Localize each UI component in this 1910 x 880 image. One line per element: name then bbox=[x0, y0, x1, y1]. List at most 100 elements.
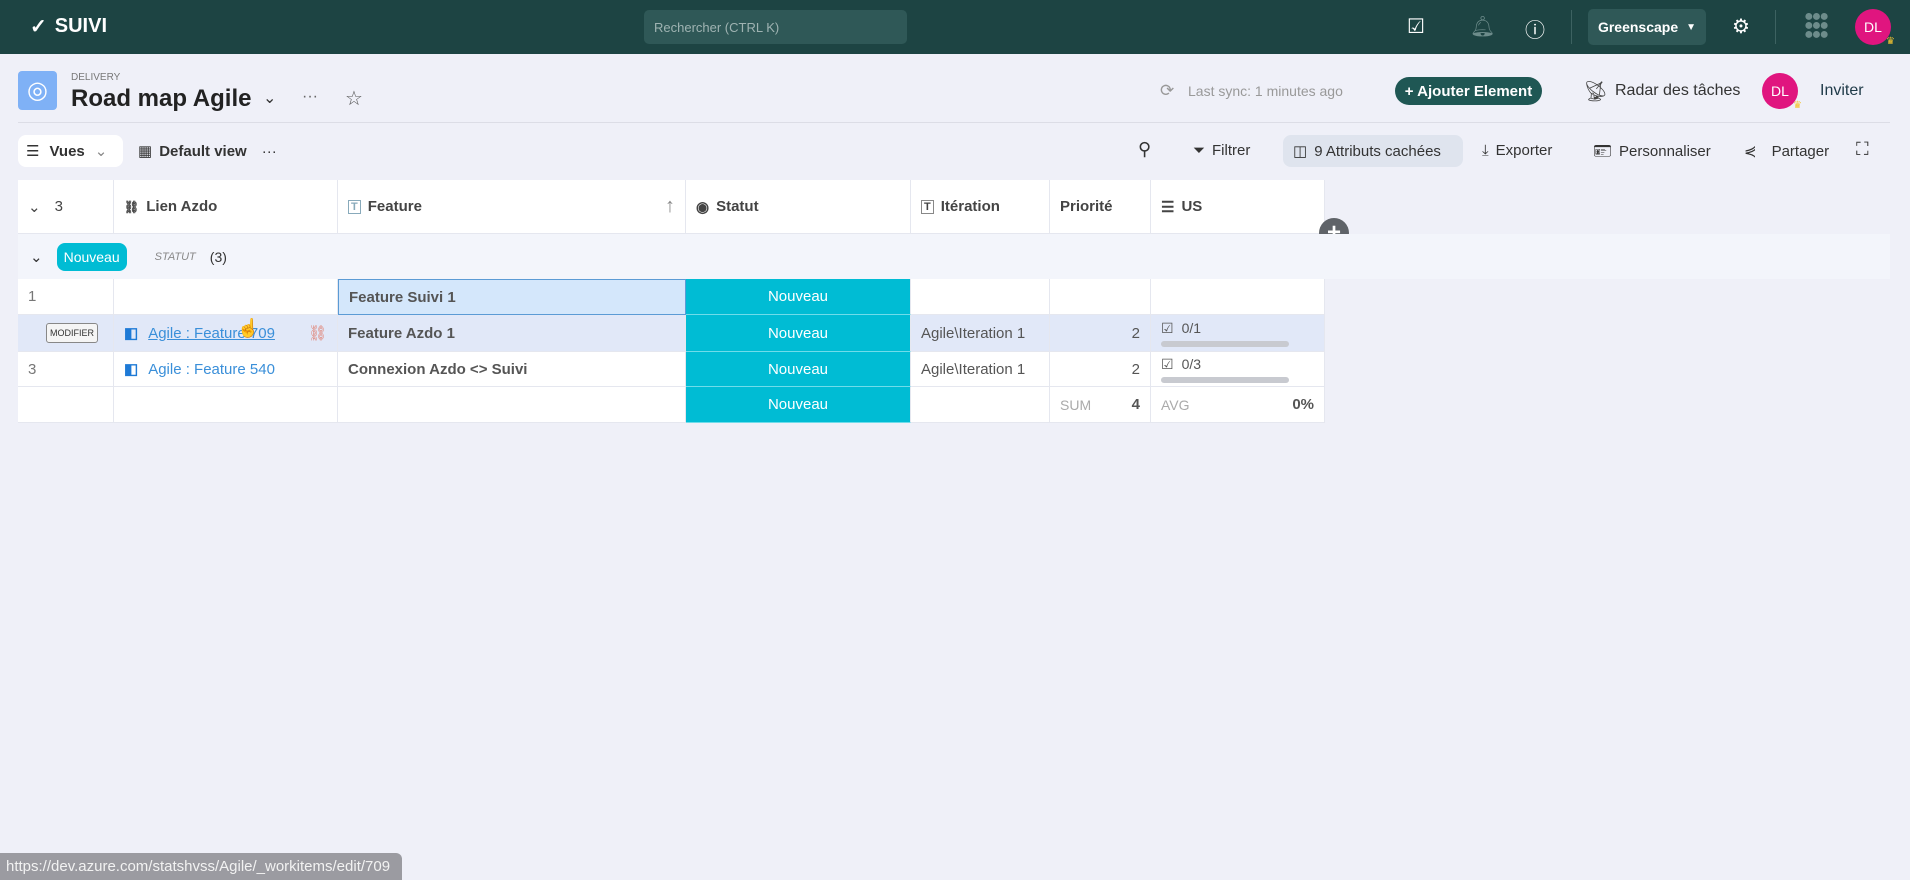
divider bbox=[1775, 10, 1776, 44]
member-avatar[interactable]: DL ♛ bbox=[1762, 73, 1802, 111]
download-icon: ⤓ bbox=[1482, 142, 1489, 159]
priority-cell[interactable]: 2 bbox=[1050, 315, 1151, 352]
checkbox-icon: ☑ bbox=[1161, 319, 1174, 336]
org-selector[interactable]: Greenscape ▼ bbox=[1588, 9, 1706, 45]
us-cell[interactable]: ☑ 0/3 bbox=[1151, 352, 1325, 387]
collapse-all[interactable]: ⌄ 3 bbox=[18, 180, 114, 234]
us-cell[interactable] bbox=[1151, 279, 1325, 315]
row-number: 3 bbox=[18, 352, 114, 387]
feature-cell[interactable]: Connexion Azdo <> Suivi bbox=[338, 352, 686, 387]
us-progress-bar bbox=[1161, 376, 1289, 383]
us-progress-bar bbox=[1161, 340, 1289, 347]
status-url: https://dev.azure.com/statshvss/Agile/_w… bbox=[0, 853, 402, 880]
share-icon: ⋞ bbox=[1744, 143, 1757, 160]
column-header-lien-azdo[interactable]: ⛓ Lien Azdo bbox=[114, 180, 338, 234]
feature-cell[interactable]: Feature Azdo 1 bbox=[338, 315, 686, 352]
export-button[interactable]: ⤓ Exporter bbox=[1482, 142, 1552, 159]
column-header-statut[interactable]: ◉ Statut bbox=[686, 180, 911, 234]
column-header-priorite[interactable]: Priorité bbox=[1050, 180, 1151, 234]
footer-status: Nouveau bbox=[686, 387, 911, 423]
caret-down-icon: ▼ bbox=[1686, 21, 1697, 33]
column-header-iteration[interactable]: T Itération bbox=[911, 180, 1050, 234]
divider bbox=[1571, 10, 1572, 44]
azdo-link[interactable]: Agile : Feature 540 bbox=[148, 361, 275, 378]
chevron-down-icon[interactable]: ⌄ bbox=[30, 248, 43, 266]
azure-devops-icon: ◧ bbox=[124, 361, 139, 378]
sync-icon[interactable]: ⟳ bbox=[1160, 81, 1174, 101]
footer-avg[interactable]: AVG 0% bbox=[1151, 387, 1325, 423]
gear-icon[interactable]: ⚙ bbox=[1732, 14, 1750, 39]
project-icon: ◎ bbox=[18, 71, 57, 110]
chevron-down-icon: ⌄ bbox=[94, 143, 108, 160]
logo-icon: ✓ bbox=[30, 16, 47, 38]
page-title: Road map Agile bbox=[71, 85, 252, 112]
footer-sum[interactable]: SUM 4 bbox=[1050, 387, 1151, 423]
last-sync: Last sync: 1 minutes ago bbox=[1188, 83, 1343, 99]
hand-cursor-icon: ☝ bbox=[237, 318, 260, 338]
search-input[interactable]: Rechercher (CTRL K) bbox=[644, 10, 907, 44]
column-header-feature[interactable]: T Feature ↑ bbox=[338, 180, 686, 234]
apps-grid-icon[interactable]: ●●● ●●● ●●● bbox=[1804, 9, 1829, 43]
status-cell[interactable]: Nouveau bbox=[686, 279, 911, 315]
footer-cell bbox=[911, 387, 1050, 423]
add-element-button[interactable]: + Ajouter Element bbox=[1395, 77, 1542, 105]
presentation-icon[interactable]: ⛶ bbox=[1856, 139, 1869, 160]
chevron-down-icon: ⌄ bbox=[28, 198, 41, 216]
iteration-cell[interactable]: Agile\Iteration 1 bbox=[911, 315, 1050, 352]
link-cell[interactable] bbox=[114, 279, 338, 315]
priority-cell[interactable]: 2 bbox=[1050, 352, 1151, 387]
radar-button[interactable]: Radar des tâches bbox=[1615, 82, 1740, 100]
row-number: 1 bbox=[18, 279, 114, 315]
search-icon[interactable]: ⚲ bbox=[1138, 139, 1151, 160]
sort-asc-icon[interactable]: ↑ bbox=[665, 195, 675, 218]
user-avatar[interactable]: DL ♛ bbox=[1855, 9, 1895, 47]
filter-icon: ⏷ bbox=[1193, 142, 1206, 159]
crown-icon: ♛ bbox=[1793, 100, 1802, 111]
link-cell[interactable]: ◧ Agile : Feature 709 ⛓ bbox=[114, 315, 338, 352]
help-icon[interactable]: ⓘ bbox=[1525, 14, 1545, 43]
app-logo[interactable]: ✓ SUIVI bbox=[30, 14, 107, 39]
footer-cell bbox=[114, 387, 338, 423]
unlink-icon[interactable]: ⛓ bbox=[308, 324, 327, 342]
iteration-cell[interactable]: Agile\Iteration 1 bbox=[911, 352, 1050, 387]
tasks-icon[interactable]: ☑ bbox=[1407, 14, 1425, 39]
chevron-down-icon[interactable]: ⌄ bbox=[263, 88, 276, 108]
more-icon[interactable]: ··· bbox=[262, 143, 277, 160]
radar-icon[interactable]: 📡︎ bbox=[1583, 79, 1608, 104]
crown-icon: ♛ bbox=[1886, 36, 1895, 47]
feature-cell-selected[interactable]: Feature Suivi 1 bbox=[338, 279, 686, 315]
more-icon[interactable]: ··· bbox=[302, 88, 318, 106]
azure-devops-icon: ◧ bbox=[124, 325, 139, 342]
us-cell[interactable]: ☑ 0/1 bbox=[1151, 315, 1325, 352]
invite-button[interactable]: Inviter bbox=[1820, 82, 1864, 100]
group-header: ⌄ Nouveau STATUT (3) bbox=[18, 234, 1890, 279]
menu-icon: ☰ bbox=[26, 143, 40, 160]
footer-cell bbox=[18, 387, 114, 423]
text-type-icon: T bbox=[921, 199, 934, 214]
star-icon[interactable]: ☆ bbox=[345, 86, 363, 111]
status-cell[interactable]: Nouveau bbox=[686, 315, 911, 352]
priority-cell[interactable] bbox=[1050, 279, 1151, 315]
checkbox-icon: ☑ bbox=[1161, 355, 1174, 372]
divider bbox=[18, 122, 1890, 123]
hidden-attributes-button[interactable]: ◫ 9 Attributs cachées bbox=[1293, 142, 1441, 161]
customize-button[interactable]: 🪪︎ Personnaliser bbox=[1593, 142, 1711, 161]
columns-icon: ◫ bbox=[1293, 143, 1308, 160]
view-selector[interactable]: ▦ Default view ··· bbox=[138, 142, 277, 161]
column-header-us[interactable]: ☰ US bbox=[1151, 180, 1325, 234]
status-type-icon: ◉ bbox=[696, 198, 710, 216]
row-controls: MODIFIER bbox=[18, 315, 114, 352]
share-button[interactable]: ⋞ Partager bbox=[1744, 142, 1829, 161]
table-icon: ▦ bbox=[138, 143, 153, 160]
iteration-cell[interactable] bbox=[911, 279, 1050, 315]
link-cell[interactable]: ◧ Agile : Feature 540 bbox=[114, 352, 338, 387]
modify-button[interactable]: MODIFIER bbox=[46, 323, 98, 343]
badge-icon: 🪪︎ bbox=[1593, 143, 1613, 160]
footer-cell bbox=[338, 387, 686, 423]
views-dropdown[interactable]: ☰ Vues ⌄ bbox=[18, 135, 123, 167]
checklist-icon: ☰ bbox=[1161, 198, 1175, 216]
status-cell[interactable]: Nouveau bbox=[686, 352, 911, 387]
filter-button[interactable]: ⏷ Filtrer bbox=[1193, 142, 1250, 159]
text-type-icon: T bbox=[348, 199, 361, 214]
bell-icon[interactable]: 🔔︎ bbox=[1470, 14, 1495, 39]
